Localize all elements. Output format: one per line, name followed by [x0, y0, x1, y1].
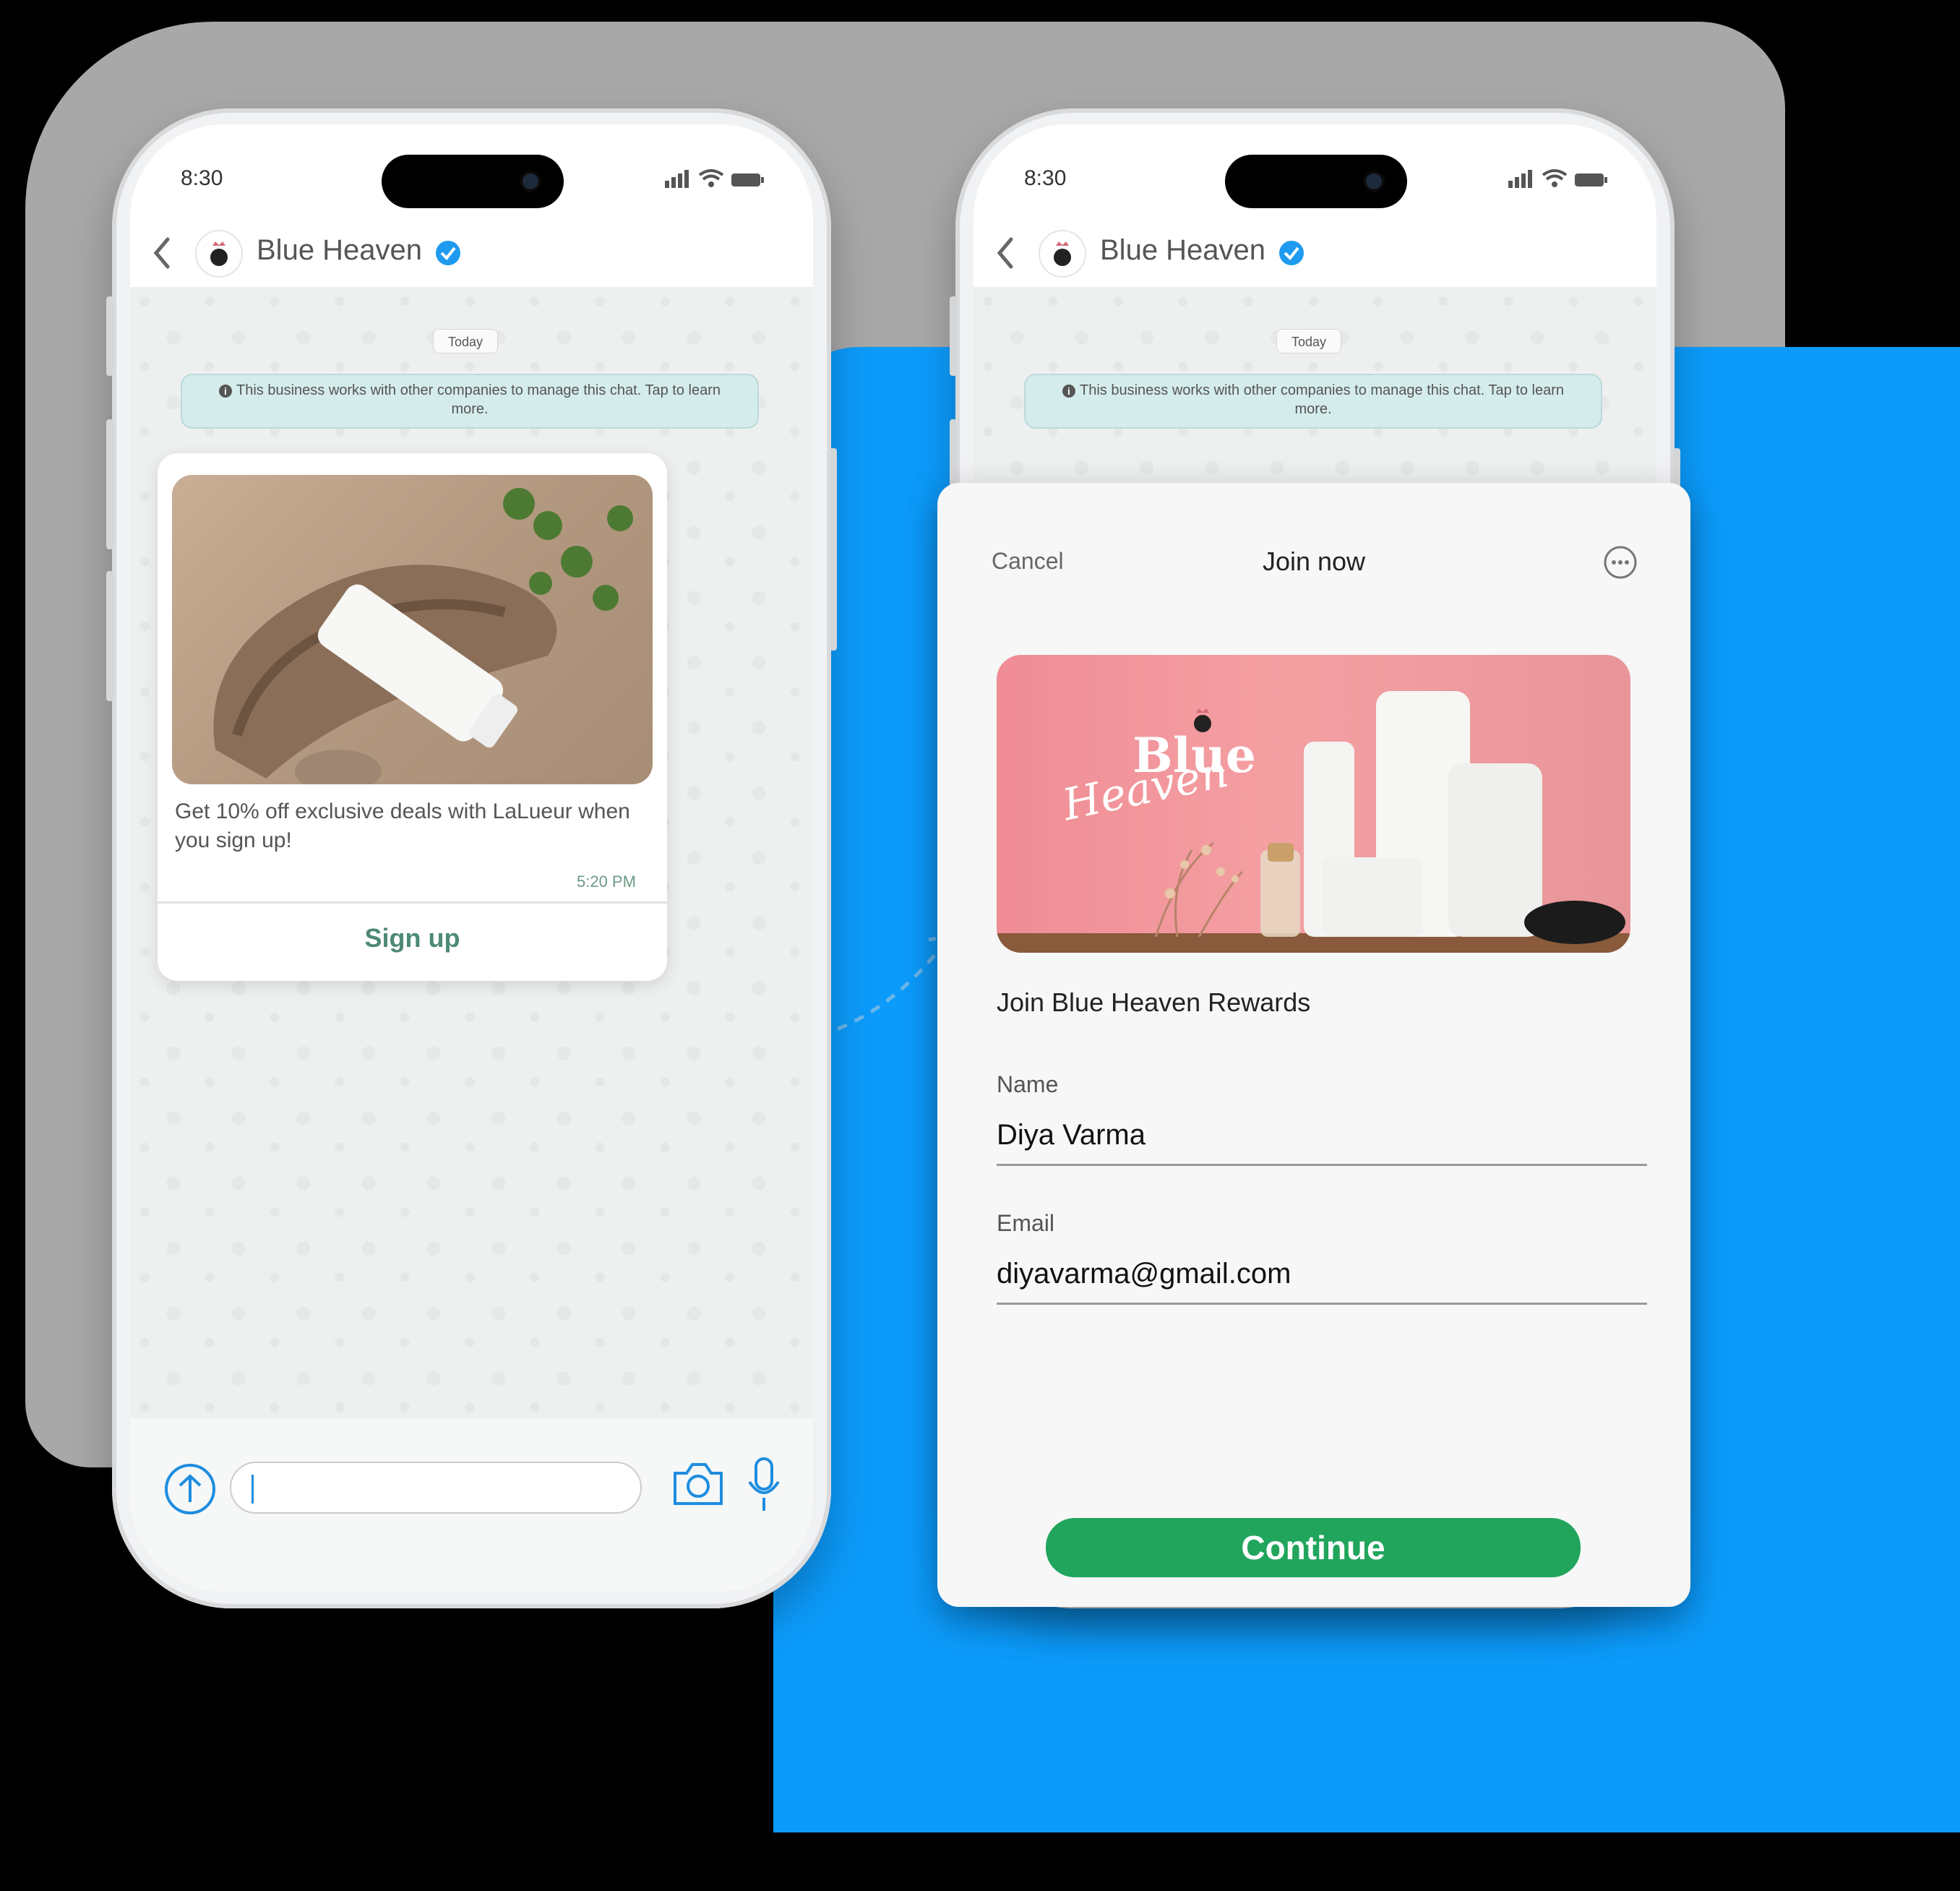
- battery-icon: [1575, 173, 1607, 186]
- status-icons: [665, 169, 764, 188]
- camera-icon[interactable]: [671, 1460, 726, 1508]
- signal-icon: [665, 170, 689, 188]
- contact-name[interactable]: Blue Heaven: [1100, 234, 1265, 267]
- message-card: Get 10% off exclusive deals with LaLueur…: [158, 453, 667, 981]
- avatar[interactable]: [195, 230, 243, 278]
- message-time: 5:20 PM: [577, 872, 636, 891]
- info-text: This business works with other companies…: [236, 382, 721, 417]
- verified-badge-icon: [436, 241, 460, 265]
- message-text: Get 10% off exclusive deals with LaLueur…: [175, 799, 630, 852]
- promo-banner-image: Blue Heaven: [997, 655, 1630, 953]
- email-field[interactable]: diyavarma@gmail.com: [997, 1258, 1291, 1290]
- info-banner[interactable]: i This business works with other companie…: [181, 374, 759, 429]
- message-input[interactable]: [230, 1462, 642, 1514]
- sign-up-button[interactable]: Sign up: [158, 923, 667, 953]
- dynamic-island: [382, 155, 564, 208]
- form-heading: Join Blue Heaven Rewards: [997, 987, 1311, 1017]
- status-time: 8:30: [181, 166, 223, 190]
- info-text: This business works with other companies…: [1080, 382, 1564, 417]
- date-pill: Today: [433, 329, 499, 353]
- product-image[interactable]: [172, 475, 653, 784]
- dynamic-island: [1225, 155, 1407, 208]
- divider: [158, 901, 667, 904]
- name-label: Name: [997, 1071, 1059, 1097]
- wifi-icon: [698, 169, 724, 187]
- left-phone-screen: 8:30 Blue Heaven Today i This business wo…: [130, 124, 813, 1592]
- name-field[interactable]: Diya Varma: [997, 1119, 1146, 1152]
- mic-icon[interactable]: [746, 1456, 782, 1514]
- status-icons: [1508, 169, 1607, 188]
- info-banner[interactable]: i This business works with other companie…: [1024, 374, 1602, 429]
- left-phone-frame: 8:30 Blue Heaven Today i This business wo…: [106, 108, 837, 1608]
- battery-icon: [731, 173, 764, 186]
- more-options-icon[interactable]: [1602, 544, 1638, 580]
- status-time: 8:30: [1024, 166, 1067, 190]
- continue-button[interactable]: Continue: [1046, 1518, 1581, 1577]
- upload-icon[interactable]: [163, 1462, 218, 1517]
- signal-icon: [1508, 170, 1532, 188]
- contact-name[interactable]: Blue Heaven: [257, 234, 422, 267]
- avatar[interactable]: [1039, 230, 1086, 278]
- join-form-sheet: Cancel Join now Blue Heaven Join Blue He…: [937, 483, 1690, 1607]
- back-chevron-icon[interactable]: [995, 236, 1017, 270]
- wifi-icon: [1542, 169, 1568, 187]
- product-image-art: [213, 488, 633, 784]
- sheet-title: Join now: [1262, 546, 1366, 576]
- info-icon: i: [219, 385, 232, 398]
- date-pill: Today: [1276, 329, 1342, 353]
- info-icon: i: [1062, 385, 1075, 398]
- back-chevron-icon[interactable]: [152, 236, 173, 270]
- email-underline: [997, 1303, 1647, 1305]
- name-underline: [997, 1164, 1647, 1166]
- verified-badge-icon: [1279, 241, 1304, 265]
- email-label: Email: [997, 1210, 1055, 1236]
